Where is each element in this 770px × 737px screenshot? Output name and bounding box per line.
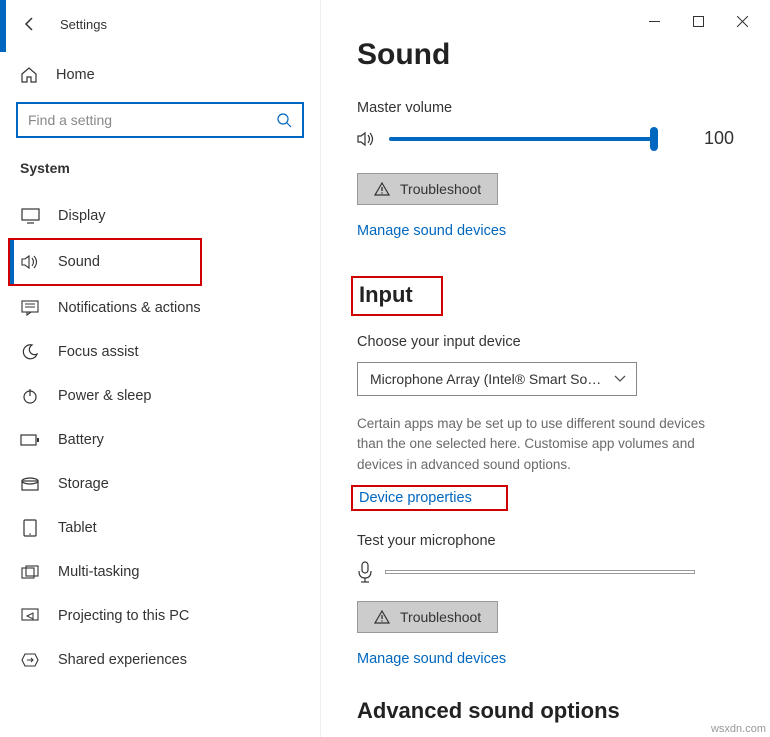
button-label: Troubleshoot (400, 181, 481, 197)
sidebar-item-focus-assist[interactable]: Focus assist (0, 330, 320, 374)
minimize-button[interactable] (632, 6, 676, 36)
sidebar-item-label: Power & sleep (58, 388, 152, 404)
device-properties-link[interactable]: Device properties (351, 485, 508, 511)
display-icon (20, 206, 40, 226)
window-controls (632, 6, 764, 36)
manage-output-devices-link[interactable]: Manage sound devices (357, 223, 506, 239)
home-label: Home (56, 67, 95, 83)
maximize-button[interactable] (676, 6, 720, 36)
arrow-left-icon (22, 16, 38, 32)
sidebar-item-shared[interactable]: Shared experiences (0, 638, 320, 682)
sidebar-item-label: Shared experiences (58, 652, 187, 668)
sidebar: Settings Home System Display Sound Notif… (0, 0, 320, 737)
slider-thumb[interactable] (650, 127, 658, 151)
home-icon (20, 66, 38, 84)
notifications-icon (20, 298, 40, 318)
app-title: Settings (60, 17, 107, 32)
sidebar-item-multitasking[interactable]: Multi-tasking (0, 550, 320, 594)
troubleshoot-output-button[interactable]: Troubleshoot (357, 173, 498, 205)
speaker-icon (357, 130, 377, 148)
tablet-icon (20, 518, 40, 538)
watermark: wsxdn.com (711, 723, 766, 735)
sidebar-item-label: Display (58, 208, 106, 224)
sidebar-item-projecting[interactable]: Projecting to this PC (0, 594, 320, 638)
sidebar-item-label: Multi-tasking (58, 564, 139, 580)
projecting-icon (20, 606, 40, 626)
microphone-icon (357, 561, 373, 583)
sidebar-item-label: Tablet (58, 520, 97, 536)
sidebar-item-battery[interactable]: Battery (0, 418, 320, 462)
master-volume-label: Master volume (357, 100, 734, 116)
power-icon (20, 386, 40, 406)
sidebar-item-label: Storage (58, 476, 109, 492)
mic-test-row (357, 561, 734, 583)
sidebar-item-notifications[interactable]: Notifications & actions (0, 286, 320, 330)
search-box[interactable] (16, 102, 304, 138)
select-value: Microphone Array (Intel® Smart So… (370, 371, 601, 387)
volume-row: 100 (357, 128, 734, 149)
sidebar-item-label: Notifications & actions (58, 300, 201, 316)
search-icon (276, 112, 292, 128)
sidebar-item-sound[interactable]: Sound (8, 238, 202, 286)
titlebar: Settings (0, 0, 320, 42)
advanced-heading: Advanced sound options (357, 698, 620, 724)
test-mic-label: Test your microphone (357, 533, 734, 549)
mic-level-bar (385, 570, 695, 574)
accent-edge (0, 0, 6, 52)
choose-input-label: Choose your input device (357, 334, 734, 350)
sidebar-item-label: Sound (58, 254, 100, 270)
manage-input-devices-link[interactable]: Manage sound devices (357, 651, 506, 667)
main-panel: Sound Master volume 100 Troubleshoot Man… (320, 0, 770, 737)
button-label: Troubleshoot (400, 609, 481, 625)
storage-icon (20, 474, 40, 494)
sidebar-item-display[interactable]: Display (0, 194, 320, 238)
close-button[interactable] (720, 6, 764, 36)
category-header: System (0, 138, 320, 182)
sound-icon (20, 252, 40, 272)
sidebar-item-label: Focus assist (58, 344, 139, 360)
volume-value: 100 (694, 128, 734, 149)
nav-list: Display Sound Notifications & actions Fo… (0, 194, 320, 682)
sidebar-item-home[interactable]: Home (0, 56, 320, 94)
volume-slider[interactable] (389, 137, 658, 141)
content: Sound Master volume 100 Troubleshoot Man… (321, 0, 770, 737)
input-help-text: Certain apps may be set up to use differ… (357, 414, 734, 475)
sidebar-item-storage[interactable]: Storage (0, 462, 320, 506)
page-title: Sound (357, 38, 734, 72)
search-input[interactable] (28, 112, 276, 128)
warning-icon (374, 182, 390, 196)
warning-icon (374, 610, 390, 624)
input-heading: Input (351, 276, 443, 316)
troubleshoot-input-button[interactable]: Troubleshoot (357, 601, 498, 633)
battery-icon (20, 430, 40, 450)
sidebar-item-label: Projecting to this PC (58, 608, 189, 624)
sidebar-item-tablet[interactable]: Tablet (0, 506, 320, 550)
moon-icon (20, 342, 40, 362)
sidebar-item-label: Battery (58, 432, 104, 448)
input-device-select[interactable]: Microphone Array (Intel® Smart So… (357, 362, 637, 396)
chevron-down-icon (614, 375, 626, 383)
sidebar-item-power[interactable]: Power & sleep (0, 374, 320, 418)
multitasking-icon (20, 562, 40, 582)
back-button[interactable] (20, 14, 40, 34)
shared-icon (20, 650, 40, 670)
